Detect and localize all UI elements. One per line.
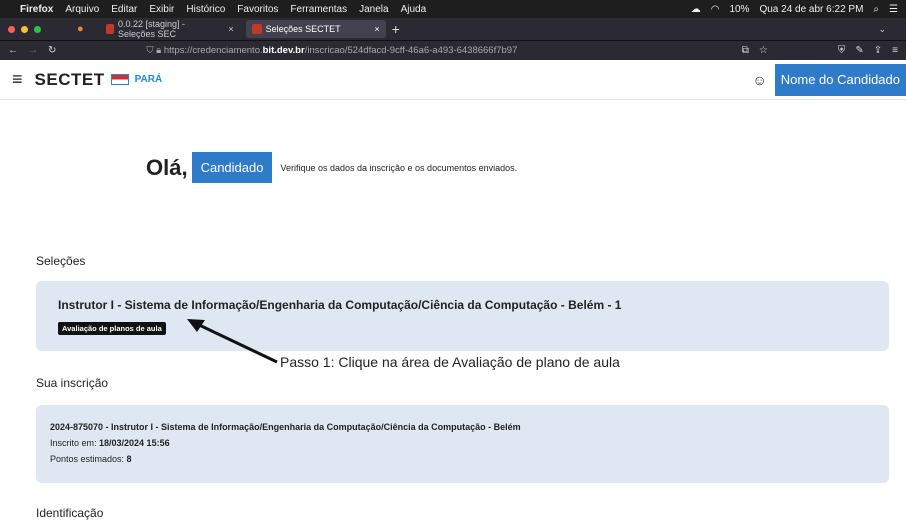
extension-icon[interactable]: ✎ [855, 45, 863, 56]
new-tab-icon[interactable]: + [392, 21, 400, 37]
greeting-subtitle: Verifique os dados da inscrição e os doc… [280, 162, 518, 173]
menu-historico[interactable]: Histórico [186, 4, 225, 15]
url-path: /inscricao/524dfacd-9cff-46a6-a493-64386… [304, 45, 518, 56]
pontos-estimados: Pontos estimados: 8 [50, 451, 875, 467]
url-field[interactable]: ⛉ 🔒︎ https://credenciamento.bit.dev.br/i… [146, 45, 517, 56]
forward-icon[interactable]: → [28, 45, 38, 56]
translate-icon[interactable]: ⧉ [742, 45, 749, 56]
menu-ajuda[interactable]: Ajuda [401, 4, 427, 15]
share-icon[interactable]: ⇪ [874, 45, 882, 56]
menu-list-icon[interactable]: ☰ [889, 4, 898, 15]
close-tab-icon[interactable]: × [228, 24, 233, 34]
close-window-icon[interactable] [8, 25, 15, 33]
inscrito-value: 18/03/2024 15:56 [99, 438, 170, 448]
pontos-label: Pontos estimados: [50, 454, 127, 464]
inscricao-heading: Sua inscrição [36, 376, 109, 390]
favicon-icon [105, 24, 114, 34]
battery-percent[interactable]: 10% [729, 4, 749, 15]
avaliacao-planos-badge[interactable]: Avaliação de planos de aula [58, 322, 166, 335]
minimize-window-icon[interactable] [21, 25, 28, 33]
zoom-window-icon[interactable] [34, 25, 41, 33]
close-tab-icon[interactable]: × [374, 24, 379, 34]
selection-card[interactable]: Instrutor I - Sistema de Informação/Enge… [36, 281, 889, 351]
wifi-icon[interactable]: ◠ [711, 4, 720, 15]
inscrito-label: Inscrito em: [50, 438, 100, 448]
selection-title[interactable]: Instrutor I - Sistema de Informação/Enge… [58, 298, 867, 312]
inscrito-em: Inscrito em: 18/03/2024 15:56 [50, 435, 875, 451]
menu-janela[interactable]: Janela [359, 4, 388, 15]
greeting: Olá, Candidado Verifique os dados da ins… [146, 152, 517, 183]
para-logo: PARÁ [134, 74, 163, 85]
hamburger-menu-icon[interactable]: ≡ [892, 45, 898, 56]
inscricao-card: 2024-875070 - Instrutor I - Sistema de I… [36, 405, 889, 483]
greeting-hello: Olá, [146, 154, 188, 180]
menu-exibir[interactable]: Exibir [149, 4, 174, 15]
candidate-name-badge: Candidado [191, 152, 273, 183]
menu-favoritos[interactable]: Favoritos [237, 4, 278, 15]
navigation-bar: ← → ↻ ⛉ 🔒︎ https://credenciamento.bit.de… [0, 40, 906, 60]
flag-icon [110, 74, 129, 85]
tab-bar: ● 0.0.22 [staging] - Seleções SEC × Sele… [0, 18, 906, 40]
user-name-button[interactable]: Nome do Candidado [774, 63, 906, 96]
mac-menubar: Firefox Arquivo Editar Exibir Histórico … [0, 0, 906, 18]
pontos-value: 8 [126, 454, 132, 464]
menu-app-firefox[interactable]: Firefox [20, 4, 53, 15]
user-icon[interactable]: ☺ [752, 72, 766, 88]
selecoes-heading: Seleções [36, 254, 86, 268]
tab-label: 0.0.22 [staging] - Seleções SEC [118, 19, 186, 39]
url-prefix: https://credenciamento. [163, 45, 263, 56]
pocket-icon[interactable]: ⛨ [838, 45, 846, 56]
identificacao-heading: Identificação [36, 506, 104, 520]
menu-arquivo[interactable]: Arquivo [65, 4, 99, 15]
favicon-icon [251, 24, 262, 34]
annotation-arrow-icon [187, 319, 278, 364]
shield-icon: ⛉ [146, 45, 154, 56]
back-icon[interactable]: ← [8, 45, 18, 56]
tab-list-chevron-icon[interactable]: ⌄ [878, 24, 886, 35]
annotation-text: Passo 1: Clique na área de Avaliação de … [280, 354, 620, 370]
inscricao-line: 2024-875070 - Instrutor I - Sistema de I… [50, 422, 521, 432]
clock[interactable]: Qua 24 de abr 6:22 PM [759, 4, 863, 15]
lock-icon: 🔒︎ [156, 45, 162, 56]
firefox-view-icon[interactable]: ● [77, 23, 84, 35]
bookmark-star-icon[interactable]: ☆ [759, 45, 768, 56]
search-icon[interactable]: ⌕ [873, 4, 879, 15]
tab-label: Seleções SECTET [265, 24, 341, 34]
sectet-logo[interactable]: SECTET [35, 70, 105, 90]
tab-selecoes[interactable]: Seleções SECTET × [245, 20, 386, 38]
reload-icon[interactable]: ↻ [48, 45, 56, 56]
tab-staging[interactable]: 0.0.22 [staging] - Seleções SEC × [100, 19, 240, 39]
menu-editar[interactable]: Editar [111, 4, 137, 15]
url-domain: bit.dev.br [262, 45, 305, 56]
cloud-icon[interactable]: ☁ [691, 4, 701, 15]
site-header: ≡ SECTET PARÁ ☺ Nome do Candidado [0, 60, 906, 100]
menu-ferramentas[interactable]: Ferramentas [290, 4, 347, 15]
hamburger-menu-icon[interactable]: ≡ [12, 69, 23, 90]
